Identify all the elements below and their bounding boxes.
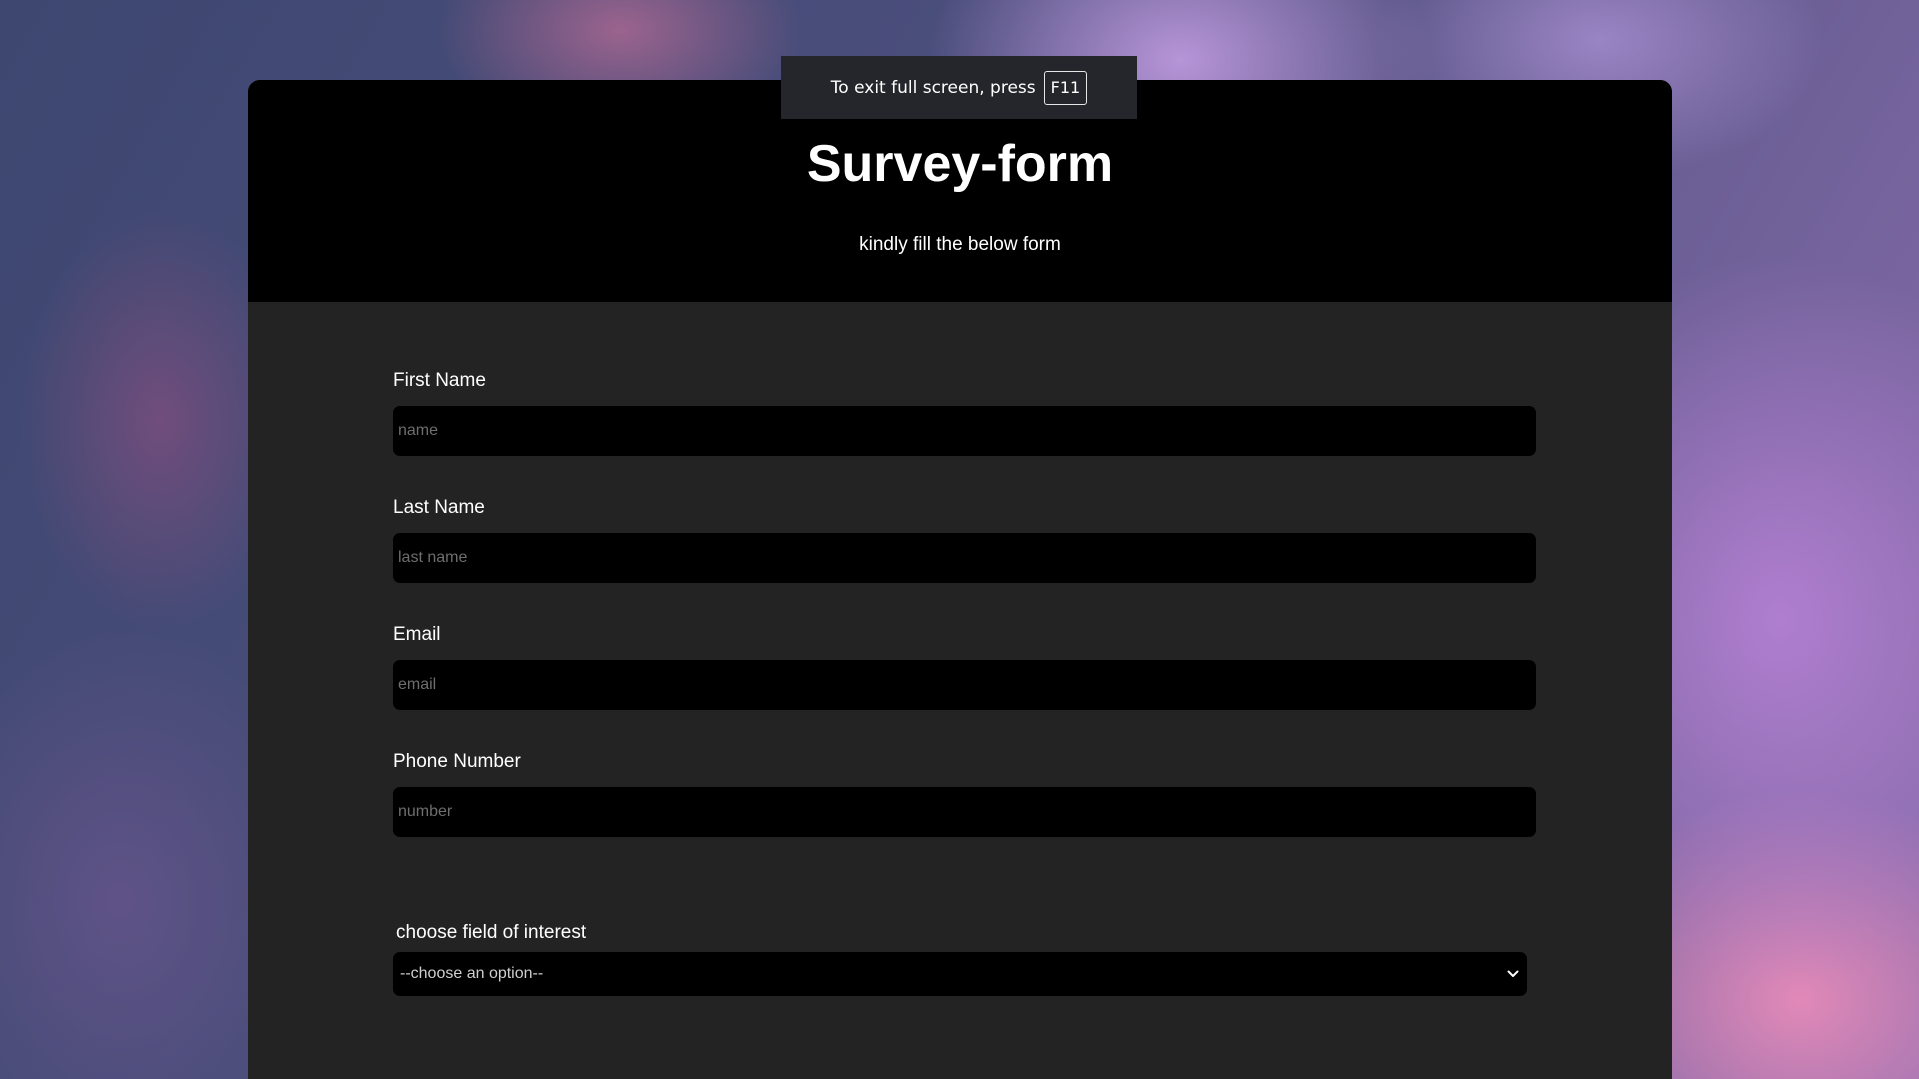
interest-selected-value: --choose an option-- [400, 965, 544, 982]
email-input[interactable] [393, 660, 1536, 710]
chevron-down-icon [1506, 967, 1520, 981]
email-label: Email [393, 624, 441, 645]
first-name-label: First Name [393, 370, 486, 391]
last-name-label: Last Name [393, 497, 485, 518]
fullscreen-notice-text: To exit full screen, press [830, 77, 1036, 98]
fullscreen-exit-notice: To exit full screen, press F11 [781, 56, 1137, 119]
page-subtitle: kindly fill the below form [859, 234, 1061, 255]
last-name-input[interactable] [393, 533, 1536, 583]
interest-label: choose field of interest [396, 922, 587, 943]
interest-select[interactable]: --choose an option-- [393, 952, 1527, 996]
survey-panel: Survey-form kindly fill the below form F… [248, 80, 1672, 1079]
f11-key-hint: F11 [1043, 70, 1088, 105]
phone-number-input[interactable] [393, 787, 1536, 837]
phone-number-label: Phone Number [393, 751, 521, 772]
first-name-input[interactable] [393, 406, 1536, 456]
